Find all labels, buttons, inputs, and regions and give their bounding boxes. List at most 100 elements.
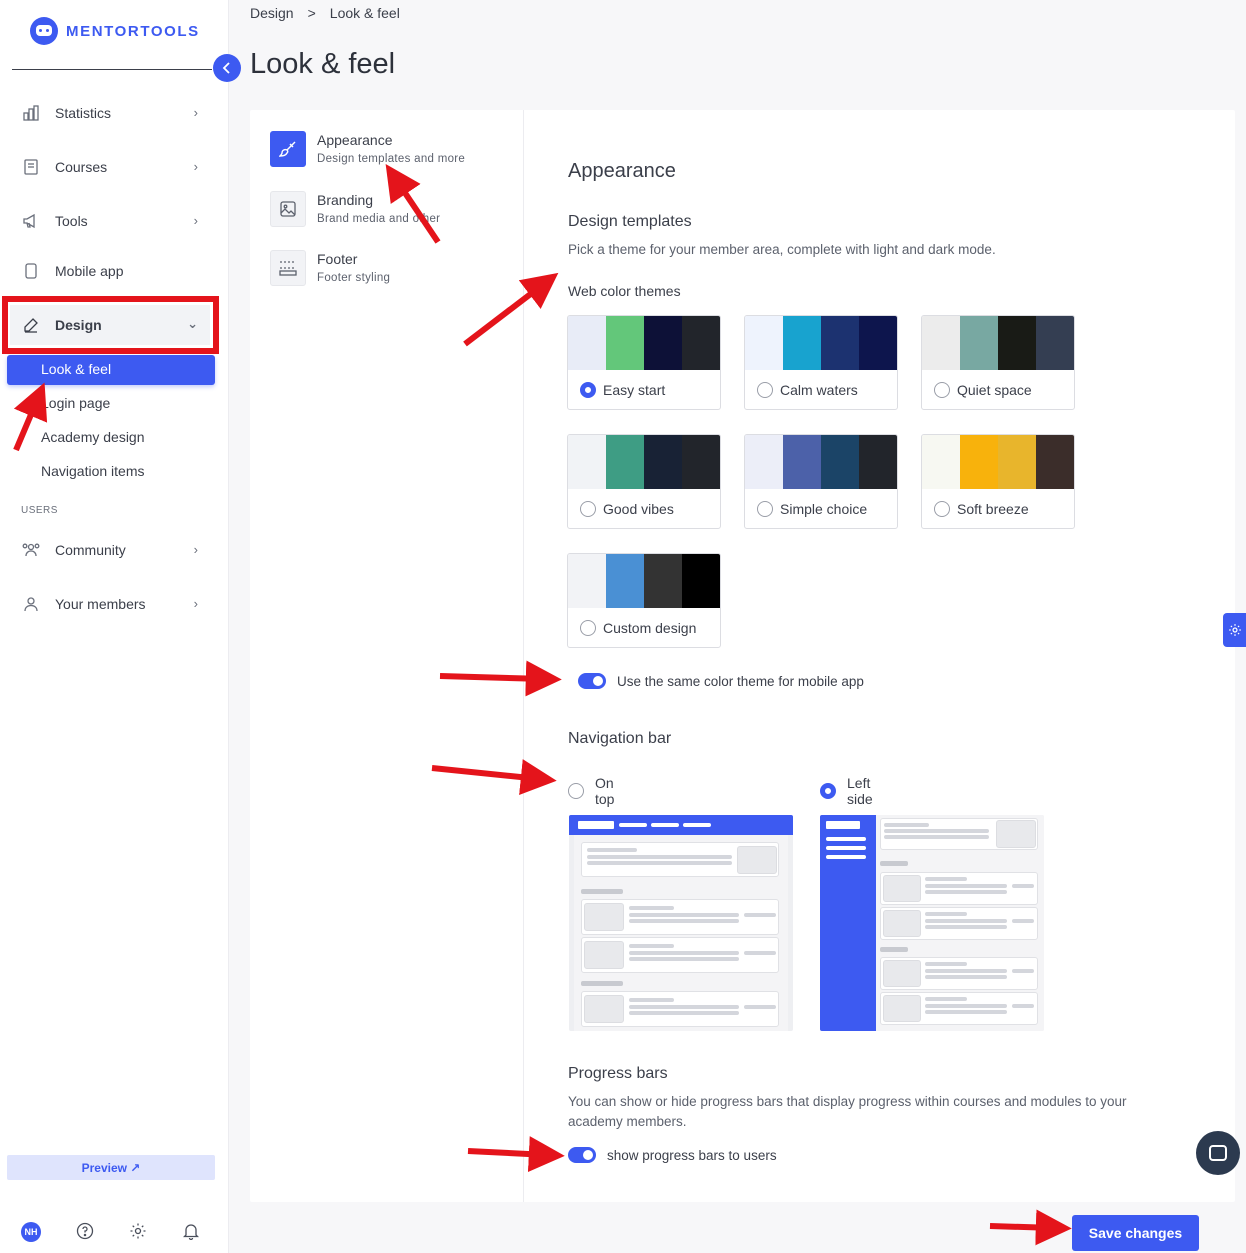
- sidebar-item-your-members[interactable]: Your members ›: [10, 584, 210, 624]
- tab-title: Footer: [317, 251, 358, 267]
- section-heading: Appearance: [568, 160, 676, 182]
- image-icon: [270, 191, 306, 227]
- theme-radio[interactable]: [757, 382, 773, 398]
- theme-radio[interactable]: [934, 501, 950, 517]
- avatar[interactable]: NH: [21, 1222, 41, 1242]
- sidebar-item-label: Your members: [55, 596, 146, 612]
- sidebar-item-mobile-app[interactable]: Mobile app: [10, 251, 210, 291]
- floating-settings-button[interactable]: [1223, 613, 1246, 647]
- mobile-theme-toggle[interactable]: [578, 673, 606, 689]
- theme-name: Calm waters: [780, 382, 858, 398]
- sidebar-subitem-academy-design[interactable]: Academy design: [41, 429, 145, 445]
- person-icon: [22, 595, 40, 613]
- tab-title: Appearance: [317, 132, 393, 148]
- brand-name: MENTORTOOLS: [66, 22, 200, 40]
- theme-swatches: [922, 316, 1074, 370]
- theme-name: Quiet space: [957, 382, 1032, 398]
- design-templates-description: Pick a theme for your member area, compl…: [568, 242, 996, 257]
- web-color-themes-label: Web color themes: [568, 283, 681, 299]
- chevron-right-icon: ›: [193, 596, 198, 611]
- nav-preview-top[interactable]: [569, 815, 793, 1031]
- chat-icon: [1209, 1145, 1227, 1161]
- chat-support-button[interactable]: [1196, 1131, 1240, 1175]
- preview-button[interactable]: Preview ↗: [7, 1155, 215, 1180]
- theme-card-quiet-space[interactable]: Quiet space: [921, 315, 1075, 410]
- megaphone-icon: [22, 212, 40, 230]
- chevron-left-icon: [222, 62, 230, 74]
- theme-radio[interactable]: [580, 620, 596, 636]
- sidebar-item-label: Community: [55, 542, 126, 558]
- nav-option-label: Left side: [847, 775, 873, 807]
- theme-card-soft-breeze[interactable]: Soft breeze: [921, 434, 1075, 529]
- theme-radio[interactable]: [580, 501, 596, 517]
- book-icon: [22, 158, 40, 176]
- tab-branding[interactable]: Branding Brand media and other: [270, 191, 440, 227]
- chevron-right-icon: ›: [193, 213, 198, 228]
- theme-name: Good vibes: [603, 501, 674, 517]
- breadcrumb-separator: >: [307, 5, 316, 21]
- navigation-bar-heading: Navigation bar: [568, 730, 672, 747]
- people-icon: [22, 541, 40, 559]
- save-changes-button[interactable]: Save changes: [1072, 1215, 1199, 1251]
- mobile-theme-toggle-row: Use the same color theme for mobile app: [578, 673, 864, 689]
- theme-card-simple-choice[interactable]: Simple choice: [744, 434, 898, 529]
- mentortools-logo-icon: [30, 17, 58, 45]
- phone-icon: [22, 262, 40, 280]
- nav-option-on-top[interactable]: On top: [568, 775, 614, 807]
- help-icon[interactable]: [75, 1221, 95, 1241]
- settings-card: Appearance Design templates and more Bra…: [250, 110, 1235, 1202]
- nav-radio[interactable]: [820, 783, 836, 799]
- sidebar-item-tools[interactable]: Tools ›: [10, 201, 210, 241]
- bar-chart-icon: [22, 104, 40, 122]
- mobile-theme-toggle-label: Use the same color theme for mobile app: [617, 673, 864, 689]
- design-templates-heading: Design templates: [568, 213, 692, 230]
- theme-radio[interactable]: [580, 382, 596, 398]
- theme-swatches: [745, 316, 897, 370]
- tab-subtitle: Footer styling: [317, 272, 391, 284]
- chevron-right-icon: ›: [193, 159, 198, 174]
- tab-appearance[interactable]: Appearance Design templates and more: [270, 131, 465, 167]
- nav-option-left-side[interactable]: Left side: [820, 775, 873, 807]
- progress-bars-description-line2: academy members.: [568, 1114, 687, 1129]
- chevron-right-icon: ›: [193, 542, 198, 557]
- nav-preview-left[interactable]: [820, 815, 1044, 1031]
- gear-icon[interactable]: [128, 1221, 148, 1241]
- nav-option-label: On top: [595, 775, 615, 807]
- theme-swatches: [568, 316, 720, 370]
- users-section-label: USERS: [21, 505, 58, 516]
- sidebar-item-statistics[interactable]: Statistics ›: [10, 93, 210, 133]
- sidebar-item-courses[interactable]: Courses ›: [10, 147, 210, 187]
- sidebar-item-community[interactable]: Community ›: [10, 530, 210, 570]
- theme-swatches: [922, 435, 1074, 489]
- theme-name: Custom design: [603, 620, 697, 636]
- footer-layout-icon: [270, 250, 306, 286]
- brand-logo[interactable]: MENTORTOOLS: [30, 17, 200, 45]
- chevron-right-icon: ›: [193, 105, 198, 120]
- collapse-sidebar-button[interactable]: [213, 54, 241, 82]
- sidebar-item-label: Tools: [55, 213, 88, 229]
- theme-swatches: [745, 435, 897, 489]
- breadcrumb-parent[interactable]: Design: [250, 5, 294, 21]
- tab-footer[interactable]: Footer Footer styling: [270, 250, 390, 286]
- theme-radio[interactable]: [757, 501, 773, 517]
- annotation-arrow: [989, 1209, 1072, 1246]
- theme-card-good-vibes[interactable]: Good vibes: [567, 434, 721, 529]
- bell-icon[interactable]: [181, 1221, 201, 1241]
- progress-bars-heading: Progress bars: [568, 1065, 668, 1082]
- theme-swatches: [568, 554, 720, 608]
- theme-card-easy-start[interactable]: Easy start: [567, 315, 721, 410]
- sidebar-subitem-navigation-items[interactable]: Navigation items: [41, 463, 145, 479]
- theme-radio[interactable]: [934, 382, 950, 398]
- nav-radio[interactable]: [568, 783, 584, 799]
- card-divider: [523, 110, 524, 1202]
- sidebar-divider: [12, 69, 212, 70]
- sidebar-item-label: Courses: [55, 159, 108, 175]
- sidebar-subitem-login-page[interactable]: Login page: [41, 395, 110, 411]
- theme-card-custom-design[interactable]: Custom design: [567, 553, 721, 648]
- progress-bars-description-line1: You can show or hide progress bars that …: [568, 1094, 1127, 1109]
- breadcrumb: Design > Look & feel: [250, 5, 400, 21]
- progress-bars-toggle[interactable]: [568, 1147, 596, 1163]
- theme-card-calm-waters[interactable]: Calm waters: [744, 315, 898, 410]
- breadcrumb-current: Look & feel: [329, 5, 400, 21]
- sidebar-subitem-look-and-feel[interactable]: Look & feel: [7, 355, 215, 385]
